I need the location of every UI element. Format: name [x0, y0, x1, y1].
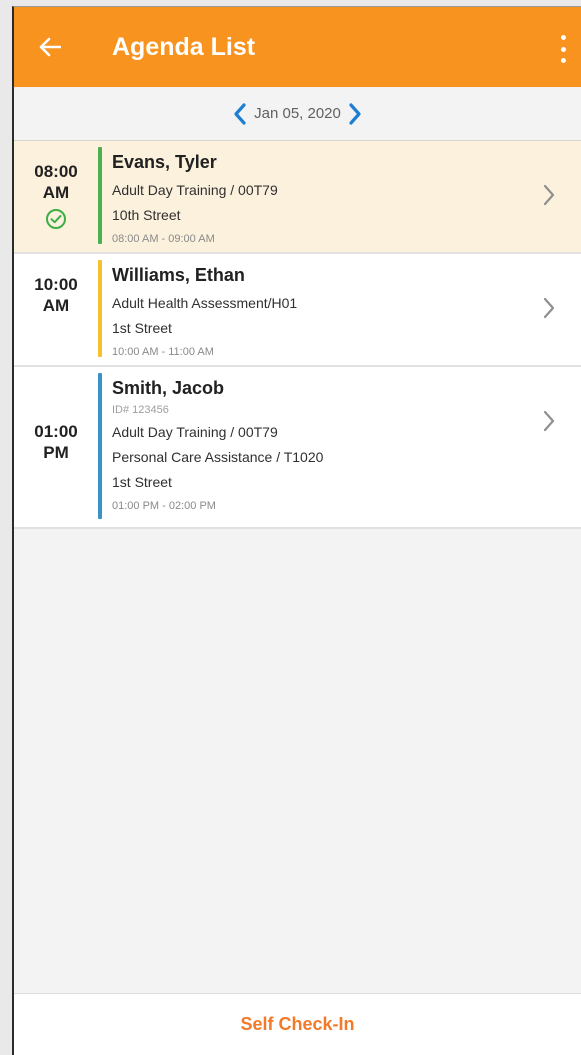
date-navigator: Jan 05, 2020: [14, 87, 581, 141]
page-title: Agenda List: [112, 32, 256, 61]
service-line: Adult Day Training / 00T79: [112, 424, 278, 440]
app-screen: Agenda List Jan 05, 2020 08:00 AM Evans,…: [12, 6, 581, 1055]
chevron-left-icon: [234, 102, 246, 125]
app-bar: Agenda List: [14, 7, 581, 87]
more-vertical-icon: [560, 35, 566, 40]
time-column: 08:00 AM: [14, 141, 98, 252]
client-name: Williams, Ethan: [112, 265, 245, 285]
next-date-button[interactable]: [345, 100, 365, 128]
self-check-in-button[interactable]: Self Check-In: [220, 1006, 374, 1043]
location: 10th Street: [112, 207, 181, 223]
agenda-item[interactable]: 01:00 PM Smith, Jacob ID# 123456 Adult D…: [14, 367, 581, 529]
time-range: 10:00 AM - 11:00 AM: [112, 346, 214, 358]
start-meridiem: AM: [42, 183, 70, 202]
previous-date-button[interactable]: [230, 100, 250, 128]
chevron-right-icon: [543, 184, 555, 206]
time-range: 08:00 AM - 09:00 AM: [112, 233, 215, 245]
back-button[interactable]: [14, 7, 86, 87]
service-line: Personal Care Assistance / T1020: [112, 449, 324, 465]
agenda-item-details: Smith, Jacob ID# 123456 Adult Day Traini…: [102, 367, 581, 527]
service-line: Adult Health Assessment/H01: [112, 295, 298, 311]
start-time: 01:00: [34, 422, 78, 441]
arrow-left-icon: [39, 37, 61, 57]
agenda-item-details: Williams, Ethan Adult Health Assessment/…: [102, 254, 581, 365]
agenda-item[interactable]: 08:00 AM Evans, Tyler Adult Day Training…: [14, 141, 581, 254]
client-name: Smith, Jacob: [112, 378, 225, 398]
chevron-right-icon: [543, 410, 555, 432]
agenda-item[interactable]: 10:00 AM Williams, Ethan Adult Health As…: [14, 254, 581, 367]
chevron-right-icon: [543, 297, 555, 319]
more-options-button[interactable]: [555, 35, 571, 63]
time-column: 01:00 PM: [14, 367, 98, 527]
service-line: Adult Day Training / 00T79: [112, 182, 278, 198]
check-circle-icon: [46, 209, 66, 229]
start-meridiem: PM: [43, 443, 69, 462]
agenda-item-details: Evans, Tyler Adult Day Training / 00T79 …: [102, 141, 581, 252]
start-time: 08:00: [34, 162, 78, 181]
client-id: ID# 123456: [112, 404, 169, 416]
agenda-list: 08:00 AM Evans, Tyler Adult Day Training…: [14, 141, 581, 529]
start-meridiem: AM: [42, 296, 70, 315]
location: 1st Street: [112, 320, 172, 336]
client-name: Evans, Tyler: [112, 152, 217, 172]
time-range: 01:00 PM - 02:00 PM: [112, 500, 216, 512]
start-time: 10:00: [34, 275, 78, 294]
footer-bar: Self Check-In: [14, 993, 581, 1055]
current-date: Jan 05, 2020: [254, 105, 341, 122]
chevron-right-icon: [349, 102, 361, 125]
location: 1st Street: [112, 474, 172, 490]
time-column: 10:00 AM: [14, 254, 98, 365]
